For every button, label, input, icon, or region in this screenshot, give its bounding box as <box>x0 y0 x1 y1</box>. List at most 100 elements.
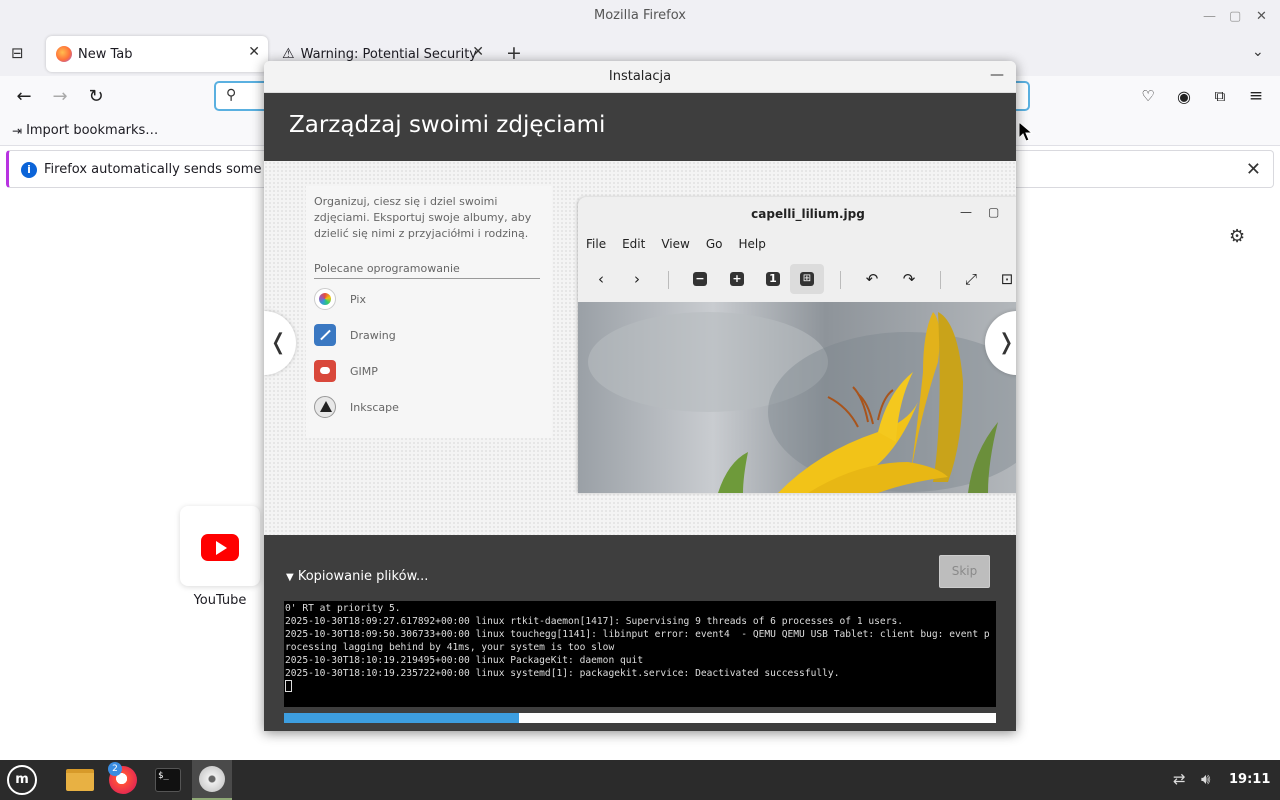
gimp-icon <box>314 360 336 382</box>
terminal-cursor <box>285 680 292 692</box>
inkscape-icon <box>314 396 336 418</box>
tab-new-tab[interactable]: New Tab ✕ <box>46 36 268 72</box>
import-icon: ⇥ <box>12 123 23 138</box>
viewer-minimize-icon: — <box>960 205 972 219</box>
previous-icon: ‹ <box>598 270 604 288</box>
app-item-drawing: Drawing <box>314 324 396 346</box>
app-item-inkscape: Inkscape <box>314 396 399 418</box>
tab-label: New Tab <box>78 46 133 62</box>
forward-icon[interactable]: → <box>48 84 72 108</box>
log-line: 2025-10-30T18:10:19.219495+00:00 linux P… <box>285 655 644 666</box>
viewer-menubar: File Edit View Go Help <box>586 237 766 251</box>
firefox-titlebar: Mozilla Firefox — ▢ ✕ <box>0 0 1280 32</box>
image-viewer-screenshot: capelli_lilium.jpg — ▢ File Edit View Go… <box>578 197 1016 493</box>
log-line: 2025-10-30T18:09:27.617892+00:00 linux r… <box>285 616 904 627</box>
mint-logo-icon: m <box>7 765 37 795</box>
mouse-pointer-icon <box>1018 121 1034 142</box>
tab-label: Warning: Potential Security <box>300 46 477 62</box>
menu-icon[interactable]: ≡ <box>1244 84 1268 108</box>
viewer-toolbar: ‹ › − + 1 ⊞ ↶ ↷ ⤢ ⊡ <box>578 261 1016 297</box>
progress-section: ▼ Kopiowanie plików... Skip 0' RT at pri… <box>264 535 1016 731</box>
viewer-menu-item: Help <box>738 237 766 251</box>
viewer-menu-item: File <box>586 237 607 251</box>
installer-titlebar: Instalacja — <box>264 61 1016 93</box>
minimize-icon[interactable]: — <box>990 67 1004 83</box>
firefox-view-icon[interactable]: ⊟ <box>11 44 24 62</box>
mint-menu-button[interactable]: m <box>2 760 42 800</box>
app-name: Inkscape <box>350 400 399 414</box>
installer-header: Zarządzaj swoimi zdjęciami <box>264 93 1016 161</box>
list-all-tabs-icon[interactable]: ⌄ <box>1252 44 1264 60</box>
log-line: 2025-10-30T18:09:50.306733+00:00 linux t… <box>285 629 990 653</box>
viewer-maximize-icon: ▢ <box>988 205 1000 219</box>
installer-title: Instalacja <box>608 69 672 84</box>
terminal-icon: $_ <box>155 768 181 792</box>
notification-text: Firefox automatically sends some dat <box>44 162 287 177</box>
youtube-icon <box>201 534 239 561</box>
viewer-title: capelli_lilium.jpg <box>751 207 865 221</box>
shortcut-label: YouTube <box>193 593 247 608</box>
log-line: 2025-10-30T18:10:19.235722+00:00 linux s… <box>285 668 840 679</box>
app-item-gimp: GIMP <box>314 360 378 382</box>
shortcut-tile-youtube[interactable] <box>180 506 260 586</box>
folder-icon <box>66 769 94 791</box>
window-title: Mozilla Firefox <box>594 8 686 23</box>
taskbar-terminal[interactable]: $_ <box>148 760 188 800</box>
maximize-icon[interactable]: ▢ <box>1229 9 1241 24</box>
account-icon[interactable]: ◉ <box>1172 84 1196 108</box>
slide-heading: Zarządzaj swoimi zdjęciami <box>289 112 606 138</box>
back-icon[interactable]: ← <box>12 84 36 108</box>
close-icon[interactable]: ✕ <box>1256 9 1267 24</box>
pix-icon <box>314 288 336 310</box>
taskbar: m $_ <box>0 760 1280 800</box>
firefox-icon <box>56 46 72 62</box>
app-name: Pix <box>350 292 366 306</box>
network-icon[interactable]: ⇄ <box>1173 770 1186 788</box>
log-terminal: 0' RT at priority 5. 2025-10-30T18:09:27.… <box>284 601 996 707</box>
lily-photo <box>578 302 1016 493</box>
viewer-menu-item: Edit <box>622 237 646 251</box>
log-line: 0' RT at priority 5. <box>285 603 401 614</box>
app-name: Drawing <box>350 328 396 342</box>
recommended-software-label: Polecane oprogramowanie <box>314 262 540 279</box>
notification-close-icon[interactable]: ✕ <box>1246 159 1261 180</box>
slide-description: Organizuj, ciesz się i dziel swoimi zdję… <box>314 195 532 240</box>
notification-badge: 2 <box>108 762 122 776</box>
zoom-fit-icon: ⊞ <box>790 264 824 294</box>
skip-button[interactable]: Skip <box>939 555 990 588</box>
taskbar-files[interactable] <box>60 760 100 800</box>
info-icon: i <box>21 162 37 178</box>
progress-fill <box>284 713 519 723</box>
warning-icon: ⚠ <box>282 46 295 62</box>
app-name: GIMP <box>350 364 378 378</box>
viewer-menu-item: View <box>661 237 690 251</box>
fullscreen-icon: ⤢ <box>964 270 977 288</box>
progress-expander[interactable]: ▼ Kopiowanie plików... <box>286 569 428 584</box>
zoom-out-icon: − <box>693 272 707 286</box>
extensions-icon[interactable]: ⧉ <box>1208 84 1232 108</box>
installer-window: Instalacja — Zarządzaj swoimi zdjęciami … <box>264 61 1016 731</box>
app-item-pix: Pix <box>314 288 366 310</box>
tab-close-icon[interactable]: ✕ <box>248 44 260 60</box>
slideshow-icon: ⊡ <box>1000 270 1014 288</box>
zoom-in-icon: + <box>730 272 744 286</box>
taskbar-installer[interactable] <box>192 760 232 800</box>
rotate-right-icon: ↷ <box>902 270 916 288</box>
search-icon: ⚲ <box>226 87 237 103</box>
minimize-icon[interactable]: — <box>1203 9 1216 24</box>
next-icon: › <box>634 270 640 288</box>
slideshow: Organizuj, ciesz się i dziel swoimi zdję… <box>264 161 1016 535</box>
gear-icon[interactable]: ⚙ <box>1229 226 1245 247</box>
pocket-icon[interactable]: ♡ <box>1136 84 1160 108</box>
zoom-100-icon: 1 <box>766 272 780 286</box>
reload-icon[interactable]: ↻ <box>84 84 108 108</box>
progress-label: Kopiowanie plików... <box>297 569 429 584</box>
viewer-menu-item: Go <box>705 237 723 251</box>
clock[interactable]: 19:11 <box>1229 772 1270 787</box>
import-bookmarks-button[interactable]: ⇥ Import bookmarks… <box>12 123 158 138</box>
volume-icon[interactable]: 🔊︎ <box>1201 770 1210 788</box>
tab-close-icon[interactable]: ✕ <box>472 44 484 60</box>
drawing-icon <box>314 324 336 346</box>
slide-previous-button[interactable]: ❬ <box>264 311 296 375</box>
disc-icon <box>199 766 225 792</box>
